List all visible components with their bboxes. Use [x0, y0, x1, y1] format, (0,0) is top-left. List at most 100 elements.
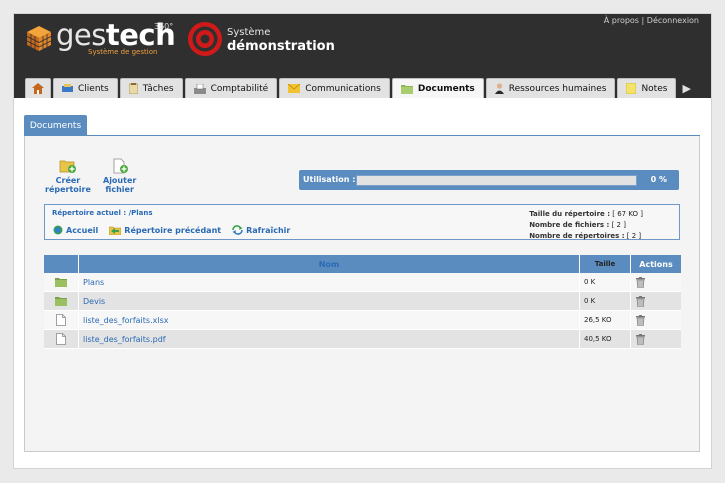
tab-tasks-label: Tâches: [142, 83, 174, 94]
refresh-label: Rafraîchir: [246, 225, 291, 235]
tab-human-resources[interactable]: Ressources humaines: [485, 78, 616, 98]
usage-label: Utilisation :: [303, 175, 356, 184]
tab-communications-label: Communications: [305, 83, 381, 94]
clients-icon: [62, 84, 73, 92]
home-directory-link[interactable]: Accueil: [53, 225, 98, 235]
tab-documents[interactable]: Documents: [391, 78, 484, 98]
row-name[interactable]: liste_des_forfaits.pdf: [79, 330, 580, 349]
tab-home[interactable]: [25, 78, 51, 98]
mail-icon: [288, 84, 301, 93]
usage-bar: Utilisation : 0 %: [299, 170, 679, 190]
row-name[interactable]: Devis: [79, 292, 580, 311]
about-link[interactable]: À propos: [604, 16, 639, 25]
folder-icon: [55, 278, 67, 287]
row-type-cell: [44, 311, 79, 330]
add-file-label-1: Ajouter: [103, 176, 137, 185]
directory-actions: Accueil Répertoire précédant Rafraîchir: [53, 225, 290, 235]
tab-tasks[interactable]: Tâches: [119, 78, 183, 98]
tab-documents-label: Documents: [417, 83, 475, 94]
header-bar: gestech 360° Système de gestion Système …: [14, 14, 711, 98]
refresh-link[interactable]: Rafraîchir: [232, 225, 290, 235]
header-icon-column: [44, 255, 79, 273]
file-count-label: Nombre de fichiers :: [529, 221, 610, 229]
logout-link[interactable]: Déconnexion: [647, 16, 699, 25]
home-icon: [32, 83, 44, 94]
usage-progress-track: [356, 175, 637, 186]
person-icon: [494, 83, 504, 94]
row-actions: [631, 273, 681, 292]
current-directory: Répertoire actuel : /Plans: [52, 209, 153, 217]
header-size[interactable]: Taille: [580, 255, 631, 273]
table-header: Nom Taille Actions: [44, 255, 681, 273]
row-size: 40,5 KO: [580, 330, 631, 349]
tab-accounting[interactable]: Comptabilité: [184, 78, 278, 98]
add-file-button[interactable]: Ajouter fichier: [103, 158, 136, 194]
trash-icon[interactable]: [636, 314, 645, 326]
header-actions: Actions: [631, 255, 681, 273]
previous-folder-icon: [109, 226, 122, 235]
table-row[interactable]: liste_des_forfaits.pdf 40,5 KO: [44, 330, 681, 349]
table-row[interactable]: liste_des_forfaits.xlsx 26,5 KO: [44, 311, 681, 330]
app-window: gestech 360° Système de gestion Système …: [13, 13, 712, 469]
add-file-label-2: fichier: [105, 185, 134, 194]
trash-icon[interactable]: [636, 333, 645, 345]
dir-size-label: Taille du répertoire :: [529, 210, 610, 218]
row-size: 0 K: [580, 292, 631, 311]
tab-human-resources-label: Ressources humaines: [508, 83, 607, 94]
header-name[interactable]: Nom: [79, 255, 580, 273]
top-links: À propos | Déconnexion: [604, 16, 699, 25]
main-tabs: Clients Tâches Comptabilité Communicatio…: [25, 78, 695, 98]
usage-percent: 0 %: [650, 175, 667, 184]
dir-count-value: [ 2 ]: [626, 232, 642, 240]
table-row[interactable]: Plans 0 K: [44, 273, 681, 292]
create-directory-label-2: répertoire: [45, 185, 91, 194]
link-separator: |: [641, 16, 645, 25]
tabs-scroll-right-icon[interactable]: ▶: [678, 78, 694, 98]
brand-subtitle: Système de gestion: [88, 48, 158, 56]
previous-directory-label: Répertoire précédant: [124, 225, 222, 235]
row-name[interactable]: Plans: [79, 273, 580, 292]
directory-stats: Taille du répertoire : [ 67 KO ] Nombre …: [529, 209, 643, 242]
tab-notes-label: Notes: [641, 83, 668, 94]
home-directory-label: Accueil: [66, 225, 99, 235]
row-size: 26,5 KO: [580, 311, 631, 330]
client-name-line2: démonstration: [227, 39, 335, 54]
row-actions: [631, 292, 681, 311]
tasks-icon: [128, 83, 138, 94]
create-directory-button[interactable]: Créer répertoire: [45, 158, 91, 194]
cube-logo-icon: [26, 26, 52, 51]
file-icon: [56, 333, 66, 345]
row-type-cell: [44, 292, 79, 311]
tab-notes[interactable]: Notes: [617, 78, 677, 98]
directory-info-box: Répertoire actuel : /Plans Accueil Réper…: [44, 204, 680, 240]
trash-icon[interactable]: [636, 295, 645, 307]
documents-table: Nom Taille Actions Plans 0 K Devis 0 K l…: [44, 255, 681, 349]
row-actions: [631, 311, 681, 330]
brand-superscript: 360°: [154, 22, 174, 31]
tab-accounting-label: Comptabilité: [210, 83, 269, 94]
trash-icon[interactable]: [636, 276, 645, 288]
dir-size-value: [ 67 KO ]: [612, 210, 643, 218]
note-icon: [626, 83, 637, 94]
table-row[interactable]: Devis 0 K: [44, 292, 681, 311]
brand-light: ges: [56, 18, 106, 52]
client-name-line1: Système: [227, 27, 271, 38]
home-globe-icon: [53, 225, 63, 235]
previous-directory-link[interactable]: Répertoire précédant: [109, 225, 221, 235]
create-directory-label-1: Créer: [55, 176, 81, 185]
tab-communications[interactable]: Communications: [279, 78, 390, 98]
tab-clients[interactable]: Clients: [53, 78, 118, 98]
refresh-icon: [232, 225, 243, 235]
dir-count-label: Nombre de répertoires :: [529, 232, 625, 240]
tab-clients-label: Clients: [78, 83, 109, 94]
accounting-icon: [193, 83, 206, 94]
file-icon: [56, 314, 66, 326]
target-logo-icon: [188, 22, 222, 56]
folder-icon: [400, 84, 413, 94]
new-folder-icon: [59, 160, 76, 173]
row-type-cell: [44, 330, 79, 349]
row-type-cell: [44, 273, 79, 292]
row-actions: [631, 330, 681, 349]
row-name[interactable]: liste_des_forfaits.xlsx: [79, 311, 580, 330]
subtab-documents[interactable]: Documents: [24, 115, 87, 136]
